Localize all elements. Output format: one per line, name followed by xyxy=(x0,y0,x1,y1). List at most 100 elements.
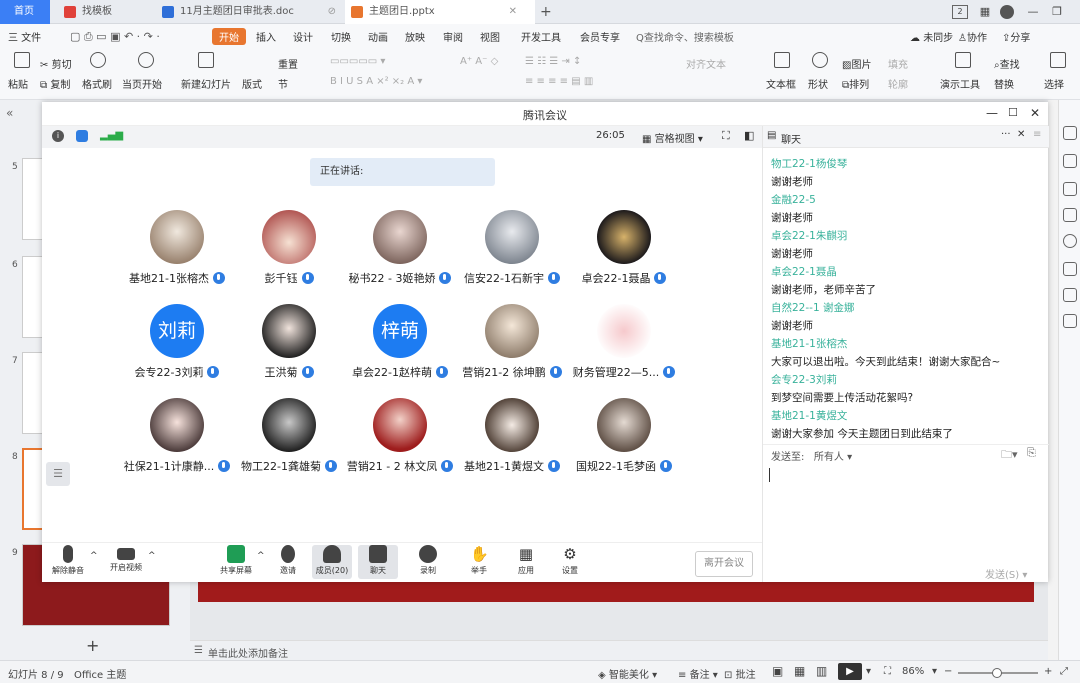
apps-button[interactable]: ▦ 应用 xyxy=(506,545,546,576)
participant-tile[interactable]: 基地21-1黄煜文 xyxy=(447,398,577,488)
font-format-icons[interactable]: B I U S A ×² ×₂ A ▾ xyxy=(330,76,422,87)
chat-button[interactable]: 聊天 xyxy=(358,545,398,579)
property-icon[interactable] xyxy=(1063,126,1077,140)
gallery-toggle-icon[interactable]: ☰ xyxy=(46,462,70,486)
reading-view-icon[interactable]: ▥ xyxy=(816,664,827,678)
help-icon[interactable] xyxy=(1063,234,1077,248)
zoom-slider-thumb[interactable] xyxy=(992,668,1002,678)
view-select[interactable]: ▦ 宫格视图 ▾ xyxy=(642,130,703,145)
replace-button[interactable]: 替换 xyxy=(994,76,1014,91)
info-icon[interactable]: i xyxy=(52,130,64,142)
maximize-icon[interactable]: ☐ xyxy=(1008,106,1018,119)
find-button[interactable]: ⌕查找 xyxy=(994,56,1020,71)
play-slideshow-icon[interactable]: ▶ xyxy=(838,663,862,680)
tab-view[interactable]: 视图 xyxy=(480,29,500,44)
layout-icon[interactable]: 2 xyxy=(952,5,968,19)
close-icon[interactable]: ✕ xyxy=(1017,129,1025,140)
reset-button[interactable]: 重置 xyxy=(278,56,298,71)
record-button[interactable]: 录制 xyxy=(408,545,448,576)
book-icon[interactable] xyxy=(1063,314,1077,328)
more-icon[interactable]: ··· xyxy=(1001,129,1011,140)
tab-member[interactable]: 会员专享 xyxy=(580,29,620,44)
star-icon[interactable] xyxy=(1063,182,1077,196)
map-icon[interactable] xyxy=(1063,288,1077,302)
participant-tile[interactable]: 卓会22-1聂晶 xyxy=(559,210,689,300)
shield-icon[interactable] xyxy=(76,130,88,142)
tab-start[interactable]: 开始 xyxy=(212,28,246,45)
play-from-current-button[interactable]: 当页开始 xyxy=(122,76,162,91)
tab-developer[interactable]: 开发工具 xyxy=(521,29,561,44)
command-search[interactable]: Q查找命令、搜索模板 xyxy=(636,29,734,44)
send-to-selector[interactable]: 发送至: 所有人 ▾ xyxy=(771,448,852,463)
chevron-down-icon[interactable]: ▾ xyxy=(932,666,937,677)
format-painter-button[interactable]: 格式刷 xyxy=(82,76,112,91)
settings-icon[interactable] xyxy=(1063,154,1077,168)
copy-icon[interactable] xyxy=(1063,208,1077,222)
new-slide-button[interactable]: 新建幻灯片 xyxy=(181,76,231,91)
participant-tile[interactable]: 营销21 - 2 林文凤 xyxy=(335,398,465,488)
grid-icon[interactable]: ▦ xyxy=(976,3,994,21)
avatar[interactable] xyxy=(998,3,1016,21)
select-button[interactable]: 选择 xyxy=(1044,76,1064,91)
participant-tile[interactable]: 梓萌 卓会22-1赵梓萌 xyxy=(335,304,465,394)
tab-home[interactable]: 首页 xyxy=(0,0,50,24)
textbox-button[interactable]: 文本框 xyxy=(766,76,796,91)
file-menu[interactable]: 三 文件 xyxy=(8,29,41,44)
sync-status[interactable]: ☁ 未同步 xyxy=(910,29,953,44)
tab-review[interactable]: 审阅 xyxy=(443,29,463,44)
close-icon[interactable]: ⊘ xyxy=(328,0,336,24)
font-select[interactable]: ▭▭▭▭▭ ▾ xyxy=(330,56,385,67)
share-button[interactable]: ⇪分享 xyxy=(1002,29,1030,44)
members-button[interactable]: 成员(20) xyxy=(312,545,352,579)
participant-tile[interactable]: 秘书22 - 3姬艳娇 xyxy=(335,210,465,300)
shape-button[interactable]: 形状 xyxy=(808,76,828,91)
beautify-button[interactable]: ◈ 智能美化 ▾ xyxy=(598,666,657,681)
sorter-view-icon[interactable]: ▦ xyxy=(794,664,805,678)
settings-button[interactable]: ⚙ 设置 xyxy=(550,545,590,576)
tab-insert[interactable]: 插入 xyxy=(256,29,276,44)
normal-view-icon[interactable]: ▣ xyxy=(772,664,783,678)
arrange-button[interactable]: ⧉排列 xyxy=(842,76,869,91)
chevron-up-icon[interactable]: ^ xyxy=(148,551,156,561)
fit-icon[interactable]: ⛶ xyxy=(884,666,891,677)
chevron-down-icon[interactable]: ▾ xyxy=(866,666,871,677)
menu-icon[interactable]: ≡ xyxy=(1033,129,1041,140)
close-icon[interactable]: ✕ xyxy=(1030,106,1040,120)
participant-tile[interactable]: 营销21-2 徐坤鹏 xyxy=(447,304,577,394)
participant-tile[interactable]: 信安22-1石新宇 xyxy=(447,210,577,300)
participant-tile[interactable]: 国规22-1毛梦函 xyxy=(559,398,689,488)
participant-tile[interactable]: 基地21-1张榕杰 xyxy=(112,210,242,300)
participant-tile[interactable]: 财务管理22—5... xyxy=(559,304,689,394)
notes-bar[interactable]: ☰ 单击此处添加备注 xyxy=(190,640,1048,660)
add-slide-button[interactable]: + xyxy=(86,636,99,655)
comments-toggle[interactable]: ⊡ 批注 xyxy=(724,666,756,681)
section-button[interactable]: 节 xyxy=(278,76,288,91)
tab-slideshow[interactable]: 放映 xyxy=(405,29,425,44)
zoom-out-icon[interactable]: − xyxy=(944,666,952,677)
tab-templates[interactable]: 找模板 xyxy=(58,0,152,24)
copy-button[interactable]: ⧉ 复制 xyxy=(40,76,70,91)
present-tool-button[interactable]: 演示工具 xyxy=(940,76,980,91)
leave-meeting-button[interactable]: 离开会议 xyxy=(695,551,753,577)
screenshot-icon[interactable]: ⎘ xyxy=(1027,446,1036,460)
paste-button[interactable]: 粘贴 xyxy=(8,76,28,91)
chevron-up-icon[interactable]: ^ xyxy=(257,551,265,561)
collab-button[interactable]: ♙协作 xyxy=(958,29,987,44)
minimize-icon[interactable]: — xyxy=(1024,3,1042,21)
tab-transition[interactable]: 切换 xyxy=(331,29,351,44)
font-size-icons[interactable]: A⁺ A⁻ ◇ xyxy=(460,56,498,67)
cut-button[interactable]: ✂ 剪切 xyxy=(40,56,72,71)
send-button[interactable]: 发送(S) ▾ xyxy=(985,566,1027,581)
fullscreen-icon[interactable]: ⛶ xyxy=(722,129,730,143)
tab-design[interactable]: 设计 xyxy=(293,29,313,44)
participant-tile[interactable]: 刘莉 会专22-3刘莉 xyxy=(112,304,242,394)
list-icons[interactable]: ☰ ☷ ☰ ⇥ ↕ xyxy=(525,56,581,67)
collapse-panel-icon[interactable]: « xyxy=(6,106,13,120)
restore-icon[interactable]: ❐ xyxy=(1048,3,1066,21)
minimize-icon[interactable]: — xyxy=(986,106,998,120)
raise-hand-button[interactable]: ✋ 举手 xyxy=(459,545,499,576)
outline-button[interactable]: 轮廓 xyxy=(888,76,908,91)
close-icon[interactable]: ✕ xyxy=(509,0,517,24)
chat-input[interactable] xyxy=(769,466,1043,556)
tab-doc[interactable]: 11月主题团日审批表.doc ⊘ xyxy=(156,0,342,24)
